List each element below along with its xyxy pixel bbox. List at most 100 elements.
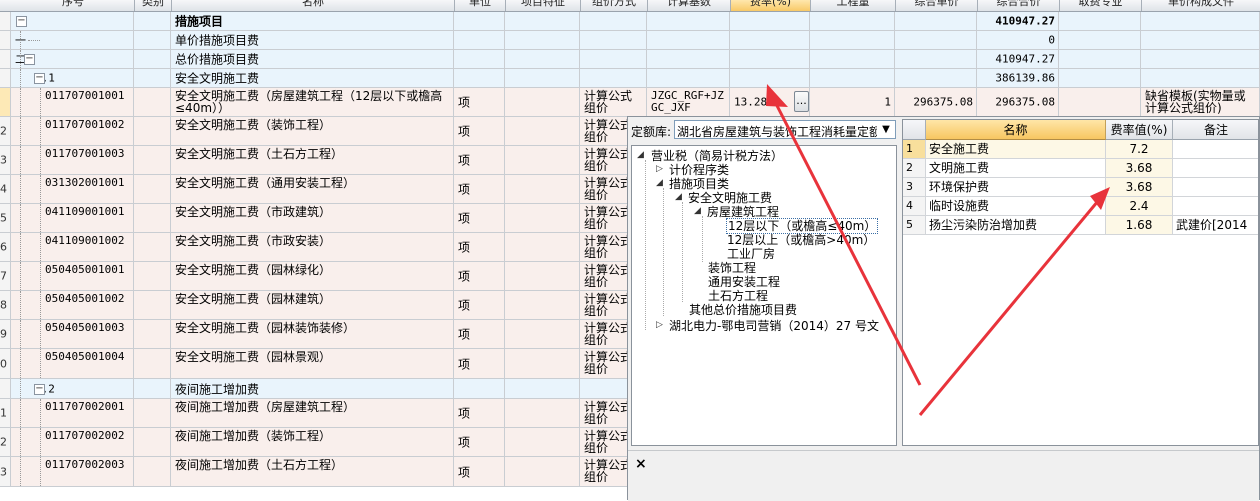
- tree-node-other-measures[interactable]: 其他总价措施项目费: [689, 301, 797, 318]
- tree-guide: [40, 320, 41, 348]
- row-index[interactable]: 3: [0, 146, 11, 174]
- collapse-icon[interactable]: ◢: [694, 206, 701, 216]
- cell-name[interactable]: 安全文明施工费（市政安装）: [172, 233, 454, 261]
- row-index[interactable]: [0, 50, 11, 68]
- row-index[interactable]: 2: [0, 428, 11, 456]
- col-header-unit-price[interactable]: 综合单价: [896, 0, 978, 11]
- table-row[interactable]: 措施项目 410947.27 −: [0, 12, 1260, 31]
- row-index[interactable]: 0: [0, 349, 11, 378]
- cell-name[interactable]: 夜间施工增加费（房屋建筑工程）: [172, 399, 454, 427]
- col-header-rate[interactable]: 费率(%): [731, 0, 811, 11]
- row-index[interactable]: [0, 12, 11, 30]
- rate-cell-rate[interactable]: 1.68: [1106, 216, 1173, 235]
- row-index[interactable]: 9: [0, 320, 11, 348]
- col-header-template[interactable]: 单价构成文件: [1142, 0, 1260, 11]
- row-index[interactable]: 2: [0, 117, 11, 145]
- cell-name[interactable]: 安全文明施工费（通用安装工程）: [172, 175, 454, 203]
- table-row[interactable]: 2.1 安全文明施工费 386139.86 −: [0, 69, 1260, 88]
- cell-qty: [811, 50, 895, 68]
- cell-name[interactable]: 安全文明施工费（市政建筑）: [172, 204, 454, 232]
- cell-text: 项: [458, 269, 471, 284]
- rate-cell-name[interactable]: 文明施工费: [926, 159, 1106, 178]
- row-index[interactable]: [0, 69, 11, 87]
- rate-picker-button[interactable]: ...: [794, 91, 809, 112]
- collapse-icon[interactable]: −: [34, 73, 45, 84]
- cell-text: 050405001004: [45, 350, 125, 363]
- cell-name[interactable]: 安全文明施工费（园林装饰装修）: [172, 320, 454, 348]
- collapse-icon[interactable]: −: [34, 383, 45, 395]
- rate-cell-rate[interactable]: 7.2: [1106, 140, 1173, 159]
- row-index[interactable]: [0, 379, 11, 398]
- cell-name[interactable]: 安全文明施工费（房屋建筑工程（12层以下或檐高≤40m））: [172, 88, 454, 116]
- cell-text: 410947.27: [995, 52, 1055, 66]
- col-header-name[interactable]: 名称: [172, 0, 455, 11]
- collapse-icon[interactable]: ◢: [656, 178, 663, 188]
- cell-unit: [455, 12, 505, 30]
- col-header-fee-type[interactable]: 取费专业: [1060, 0, 1142, 11]
- row-index[interactable]: [0, 88, 11, 116]
- rate-cell-note[interactable]: [1173, 197, 1258, 216]
- cell-name[interactable]: 措施项目: [172, 12, 454, 30]
- cell-name[interactable]: 安全文明施工费（土石方工程）: [172, 146, 454, 174]
- cell-name[interactable]: 夜间施工增加费（装饰工程）: [172, 428, 454, 456]
- table-row[interactable]: 一单价措施项目费 0: [0, 31, 1260, 50]
- rate-col-note[interactable]: 备注: [1173, 120, 1258, 140]
- cell-rate[interactable]: [731, 12, 810, 30]
- col-header-qty[interactable]: 工程量: [811, 0, 896, 11]
- collapse-icon[interactable]: −: [24, 54, 35, 65]
- cell-name[interactable]: 安全文明施工费（园林建筑）: [172, 291, 454, 319]
- row-index[interactable]: 3: [0, 457, 11, 486]
- row-index[interactable]: 5: [0, 204, 11, 232]
- expand-icon[interactable]: ▷: [656, 164, 663, 174]
- fee-tree[interactable]: ◢ 营业税（简易计税方法） ▷ 计价程序类 ◢ 措施项目类 ◢ 安全文明施工费 …: [631, 145, 897, 446]
- rate-cell-note[interactable]: [1173, 159, 1258, 178]
- col-header-unit[interactable]: 单位: [455, 0, 506, 11]
- row-index[interactable]: 4: [0, 175, 11, 203]
- cell-name[interactable]: 总价措施项目费: [172, 50, 454, 68]
- rate-cell-note[interactable]: [1173, 178, 1258, 197]
- cell-name[interactable]: 夜间施工增加费: [172, 379, 454, 398]
- chevron-down-icon[interactable]: ▼: [877, 121, 895, 138]
- rate-cell-rate[interactable]: 3.68: [1106, 159, 1173, 178]
- library-select[interactable]: 湖北省房屋建筑与装饰工程消耗量定额 ▼: [674, 120, 896, 139]
- collapse-icon[interactable]: ◢: [675, 192, 682, 202]
- rate-cell-rate[interactable]: 3.68: [1106, 178, 1173, 197]
- cell-name[interactable]: 夜间施工增加费（土石方工程）: [172, 457, 454, 486]
- row-index[interactable]: 8: [0, 291, 11, 319]
- cell-name[interactable]: 安全文明施工费: [172, 69, 454, 87]
- col-header-seq[interactable]: 序号: [12, 0, 135, 11]
- rate-col-value[interactable]: 费率值(%): [1106, 120, 1173, 140]
- cell-rate[interactable]: [731, 69, 810, 87]
- rate-cell-rate[interactable]: 2.4: [1106, 197, 1173, 216]
- table-row[interactable]: 二总价措施项目费 410947.27−: [0, 50, 1260, 69]
- rate-cell-name[interactable]: 安全施工费: [926, 140, 1106, 159]
- col-header-base[interactable]: 计算基数: [648, 0, 731, 11]
- row-index[interactable]: 1: [0, 399, 11, 427]
- rate-cell-name[interactable]: 环境保护费: [926, 178, 1106, 197]
- row-index[interactable]: 6: [0, 233, 11, 261]
- cell-text: 措施项目: [175, 14, 224, 29]
- rate-cell-name[interactable]: 临时设施费: [926, 197, 1106, 216]
- cell-rate[interactable]: [731, 31, 810, 49]
- cell-name[interactable]: 安全文明施工费（园林绿化）: [172, 262, 454, 290]
- table-row[interactable]: 011707001001 安全文明施工费（房屋建筑工程（12层以下或檐高≤40m）…: [0, 88, 1260, 117]
- cell-name[interactable]: 安全文明施工费（装饰工程）: [172, 117, 454, 145]
- collapse-icon[interactable]: −: [16, 16, 27, 27]
- col-header-feature[interactable]: 项目特征: [506, 0, 581, 11]
- cell-name[interactable]: 单价措施项目费: [172, 31, 454, 49]
- close-icon[interactable]: ×: [635, 456, 647, 472]
- collapse-icon[interactable]: ◢: [637, 150, 644, 160]
- tree-node-hubei-power[interactable]: 湖北电力-鄂电司营销（2014）27 号文: [669, 317, 879, 334]
- rate-cell-note[interactable]: 武建价[2014: [1173, 216, 1258, 235]
- col-header-method[interactable]: 组价方式: [581, 0, 648, 11]
- rate-cell-name[interactable]: 扬尘污染防治增加费: [926, 216, 1106, 235]
- cell-name[interactable]: 安全文明施工费（园林景观）: [172, 349, 454, 378]
- row-index[interactable]: [0, 31, 11, 49]
- col-header-category[interactable]: 类别: [135, 0, 172, 11]
- rate-col-name[interactable]: 名称: [926, 120, 1106, 140]
- row-index[interactable]: 7: [0, 262, 11, 290]
- cell-rate[interactable]: [731, 50, 810, 68]
- rate-cell-note[interactable]: [1173, 140, 1258, 159]
- expand-icon[interactable]: ▷: [656, 320, 663, 330]
- col-header-total[interactable]: 综合合价: [978, 0, 1060, 11]
